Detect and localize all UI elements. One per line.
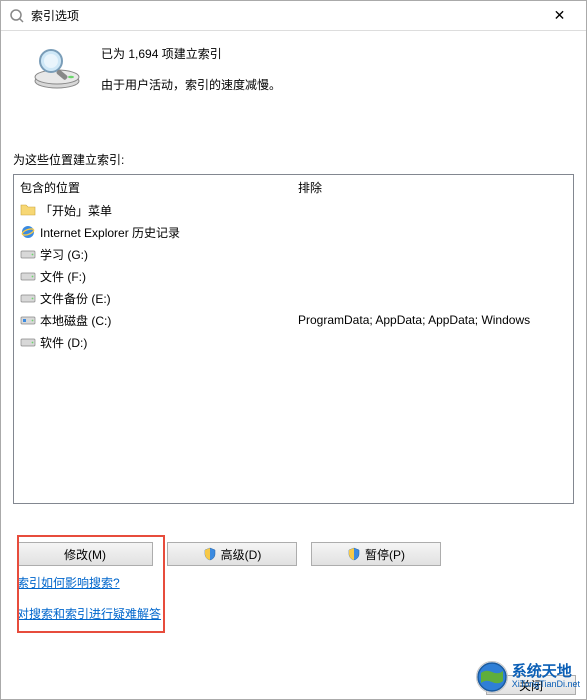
- close-button[interactable]: ✕: [537, 2, 582, 30]
- advanced-label: 高级(D): [221, 546, 262, 563]
- sysdrive-icon: [20, 312, 36, 328]
- locations-label: 为这些位置建立索引:: [13, 151, 574, 168]
- watermark-cn: 系统天地: [512, 664, 580, 681]
- list-item-exclude: ProgramData; AppData; AppData; Windows: [294, 313, 573, 327]
- list-item-label: 本地磁盘 (C:): [40, 312, 111, 329]
- list-item-location: 学习 (G:): [14, 246, 294, 263]
- list-item-label: 软件 (D:): [40, 334, 87, 351]
- status-line2: 由于用户活动，索引的速度减慢。: [101, 76, 281, 93]
- dialog-content: 已为 1,694 项建立索引 由于用户活动，索引的速度减慢。 为这些位置建立索引…: [1, 31, 586, 666]
- list-item-label: 文件备份 (E:): [40, 290, 111, 307]
- list-item-location: Internet Explorer 历史记录: [14, 224, 294, 241]
- status-text: 已为 1,694 项建立索引 由于用户活动，索引的速度减慢。: [101, 43, 281, 107]
- watermark-en: XiTongTianDi.net: [512, 680, 580, 690]
- list-item-location: 「开始」菜单: [14, 202, 294, 219]
- header-exclude: 排除: [294, 179, 573, 196]
- list-item-location: 本地磁盘 (C:): [14, 312, 294, 329]
- list-item-location: 软件 (D:): [14, 334, 294, 351]
- modify-button[interactable]: 修改(M): [17, 542, 153, 566]
- close-icon: ✕: [554, 7, 566, 24]
- header-included: 包含的位置: [14, 179, 294, 196]
- list-item[interactable]: 学习 (G:): [14, 243, 573, 265]
- button-row: 修改(M) 高级(D) 暂停(P): [13, 542, 574, 566]
- status-line1: 已为 1,694 项建立索引: [101, 45, 281, 62]
- list-item-label: 文件 (F:): [40, 268, 86, 285]
- dialog-title: 索引选项: [31, 7, 537, 24]
- drive-icon: [20, 334, 36, 350]
- list-item-location: 文件备份 (E:): [14, 290, 294, 307]
- locations-list: 包含的位置 排除 「开始」菜单 Internet Explorer 历史记录学习 …: [13, 174, 574, 504]
- list-item[interactable]: 文件 (F:): [14, 265, 573, 287]
- watermark: 系统天地 XiTongTianDi.net: [476, 661, 580, 693]
- help-link-troubleshoot[interactable]: 对搜索和索引进行疑难解答: [17, 605, 574, 622]
- drive-icon: [20, 246, 36, 262]
- list-body[interactable]: 「开始」菜单 Internet Explorer 历史记录学习 (G:) 文件 (F…: [14, 199, 573, 503]
- folder-icon: [20, 202, 36, 218]
- magnifier-drive-icon: [33, 47, 81, 89]
- list-item-label: 「开始」菜单: [40, 202, 112, 219]
- modify-label: 修改(M): [64, 546, 106, 563]
- pause-label: 暂停(P): [365, 546, 405, 563]
- drive-icon: [20, 268, 36, 284]
- watermark-text: 系统天地 XiTongTianDi.net: [512, 664, 580, 690]
- pause-button[interactable]: 暂停(P): [311, 542, 441, 566]
- list-item[interactable]: 文件备份 (E:): [14, 287, 573, 309]
- indexing-icon: [9, 8, 25, 24]
- drive-icon: [20, 290, 36, 306]
- titlebar: 索引选项 ✕: [1, 1, 586, 31]
- list-header: 包含的位置 排除: [14, 175, 573, 199]
- list-item[interactable]: 「开始」菜单: [14, 199, 573, 221]
- status-section: 已为 1,694 项建立索引 由于用户活动，索引的速度减慢。: [13, 43, 574, 107]
- list-item[interactable]: 本地磁盘 (C:) ProgramData; AppData; AppData; …: [14, 309, 573, 331]
- list-item-location: 文件 (F:): [14, 268, 294, 285]
- advanced-button[interactable]: 高级(D): [167, 542, 297, 566]
- watermark-globe-icon: [476, 661, 508, 693]
- list-item-label: 学习 (G:): [40, 246, 88, 263]
- list-item[interactable]: 软件 (D:): [14, 331, 573, 353]
- list-item[interactable]: Internet Explorer 历史记录: [14, 221, 573, 243]
- indexing-options-dialog: 索引选项 ✕ 已为 1,694 项建立索引 由于用户活动，索引的速度减慢。: [0, 0, 587, 700]
- list-item-label: Internet Explorer 历史记录: [40, 224, 180, 241]
- shield-icon: [347, 547, 361, 561]
- help-link-search[interactable]: 索引如何影响搜索?: [17, 574, 574, 591]
- shield-icon: [203, 547, 217, 561]
- ie-icon: [20, 224, 36, 240]
